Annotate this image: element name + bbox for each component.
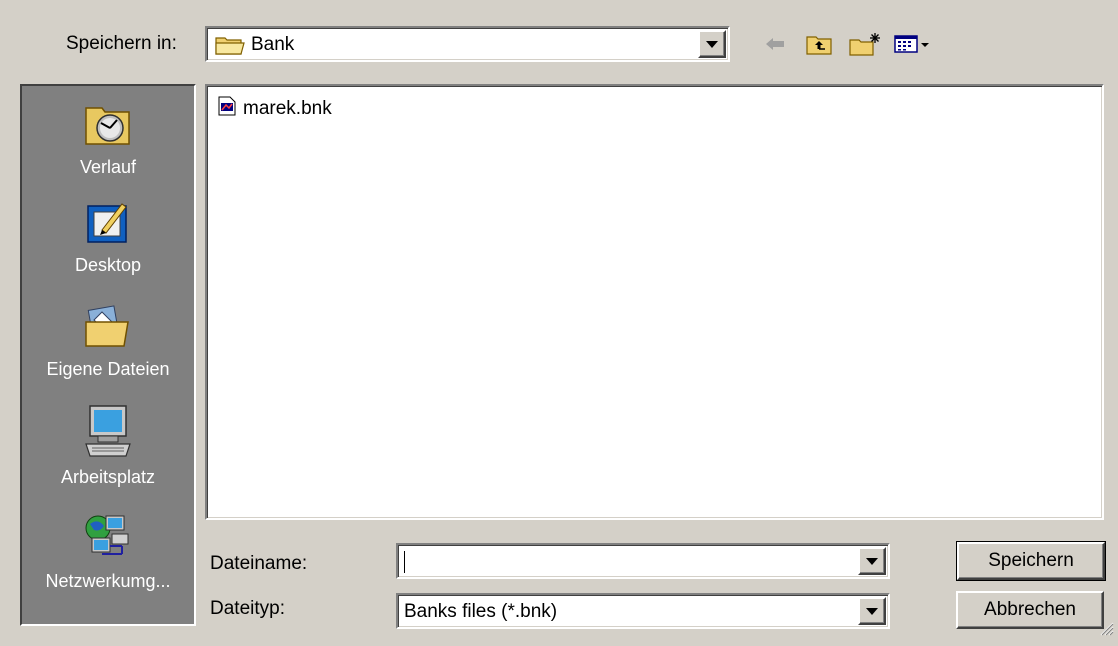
filename-input[interactable]: [396, 543, 890, 579]
place-label: Netzwerkumg...: [45, 571, 171, 591]
place-my-computer[interactable]: Arbeitsplatz: [22, 404, 194, 488]
chevron-down-icon: [706, 40, 718, 48]
places-bar: Verlauf Desktop Eigene Dateien Arbeitspl…: [20, 84, 196, 626]
my-computer-icon: [22, 404, 194, 463]
bnk-file-icon: [217, 96, 237, 122]
filetype-select[interactable]: Banks files (*.bnk): [396, 593, 890, 629]
file-name: marek.bnk: [243, 98, 332, 119]
save-button-face: Speichern: [957, 542, 1105, 580]
place-label: Verlauf: [79, 157, 137, 177]
new-folder-icon[interactable]: [848, 30, 882, 58]
history-icon: [22, 98, 194, 153]
save-button-label: Speichern: [988, 550, 1074, 571]
lookin-combo[interactable]: Bank: [205, 26, 730, 62]
cancel-button[interactable]: Abbrechen: [956, 591, 1104, 629]
list-item[interactable]: marek.bnk: [217, 96, 332, 122]
place-network[interactable]: Netzwerkumg...: [22, 512, 194, 592]
network-icon: [22, 512, 194, 567]
place-desktop[interactable]: Desktop: [22, 198, 194, 276]
lookin-dropdown-button[interactable]: [698, 30, 726, 58]
chevron-down-icon: [866, 607, 878, 615]
filename-dropdown-button[interactable]: [858, 547, 886, 575]
back-arrow-icon[interactable]: [760, 30, 790, 58]
place-label: Desktop: [74, 255, 142, 275]
lookin-value: Bank: [251, 34, 295, 55]
cancel-button-label: Abbrechen: [984, 599, 1076, 620]
filetype-dropdown-button[interactable]: [858, 597, 886, 625]
filetype-value: Banks files (*.bnk): [404, 601, 558, 622]
up-folder-icon[interactable]: [804, 30, 834, 58]
place-my-documents[interactable]: Eigene Dateien: [22, 302, 194, 380]
view-menu-icon[interactable]: [894, 30, 934, 58]
resize-grip-icon[interactable]: [1098, 620, 1114, 642]
save-button[interactable]: Speichern: [956, 541, 1106, 581]
place-history[interactable]: Verlauf: [22, 98, 194, 178]
text-caret: [404, 551, 405, 573]
chevron-down-icon: [866, 557, 878, 565]
desktop-icon: [22, 198, 194, 251]
file-list[interactable]: marek.bnk: [205, 84, 1104, 520]
filename-label: Dateiname:: [210, 553, 308, 574]
place-label: Arbeitsplatz: [60, 467, 156, 487]
filetype-label: Dateityp:: [210, 598, 285, 619]
lookin-label: Speichern in:: [66, 33, 177, 54]
place-label: Eigene Dateien: [46, 359, 170, 379]
folder-icon: [215, 35, 245, 55]
my-documents-icon: [22, 302, 194, 355]
